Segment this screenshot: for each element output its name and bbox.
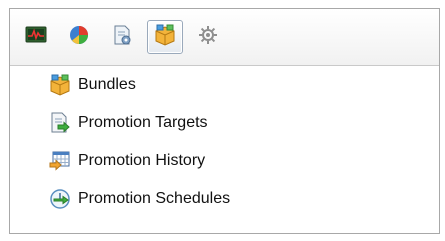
bundle-box-icon [153, 24, 177, 51]
monitor-button[interactable] [18, 20, 54, 54]
pie-chart-icon [68, 24, 90, 51]
menu-item-bundles[interactable]: Bundles [10, 66, 439, 104]
configuration-button[interactable] [104, 20, 140, 54]
menu-item-promotion-schedules[interactable]: Promotion Schedules [10, 180, 439, 218]
menu-item-label: Promotion Targets [78, 114, 208, 131]
bundles-button[interactable] [147, 20, 183, 54]
clock-arrow-icon [48, 187, 72, 211]
menu-item-label: Bundles [78, 76, 136, 93]
menu-item-label: Promotion Schedules [78, 190, 231, 207]
bundle-box-icon [48, 73, 72, 97]
statistics-button[interactable] [61, 20, 97, 54]
navigation-panel: Bundles Promotion Targets Promotion Hist… [9, 8, 440, 234]
menu-list: Bundles Promotion Targets Promotion Hist… [10, 66, 439, 218]
menu-item-promotion-targets[interactable]: Promotion Targets [10, 104, 439, 142]
calendar-arrow-icon [48, 149, 72, 173]
gear-icon [197, 24, 219, 51]
settings-button[interactable] [190, 20, 226, 54]
menu-item-promotion-history[interactable]: Promotion History [10, 142, 439, 180]
monitor-chart-icon [25, 25, 47, 50]
document-gear-icon [111, 24, 133, 51]
document-arrow-icon [48, 111, 72, 135]
toolbar [10, 9, 439, 66]
menu-item-label: Promotion History [78, 152, 206, 169]
